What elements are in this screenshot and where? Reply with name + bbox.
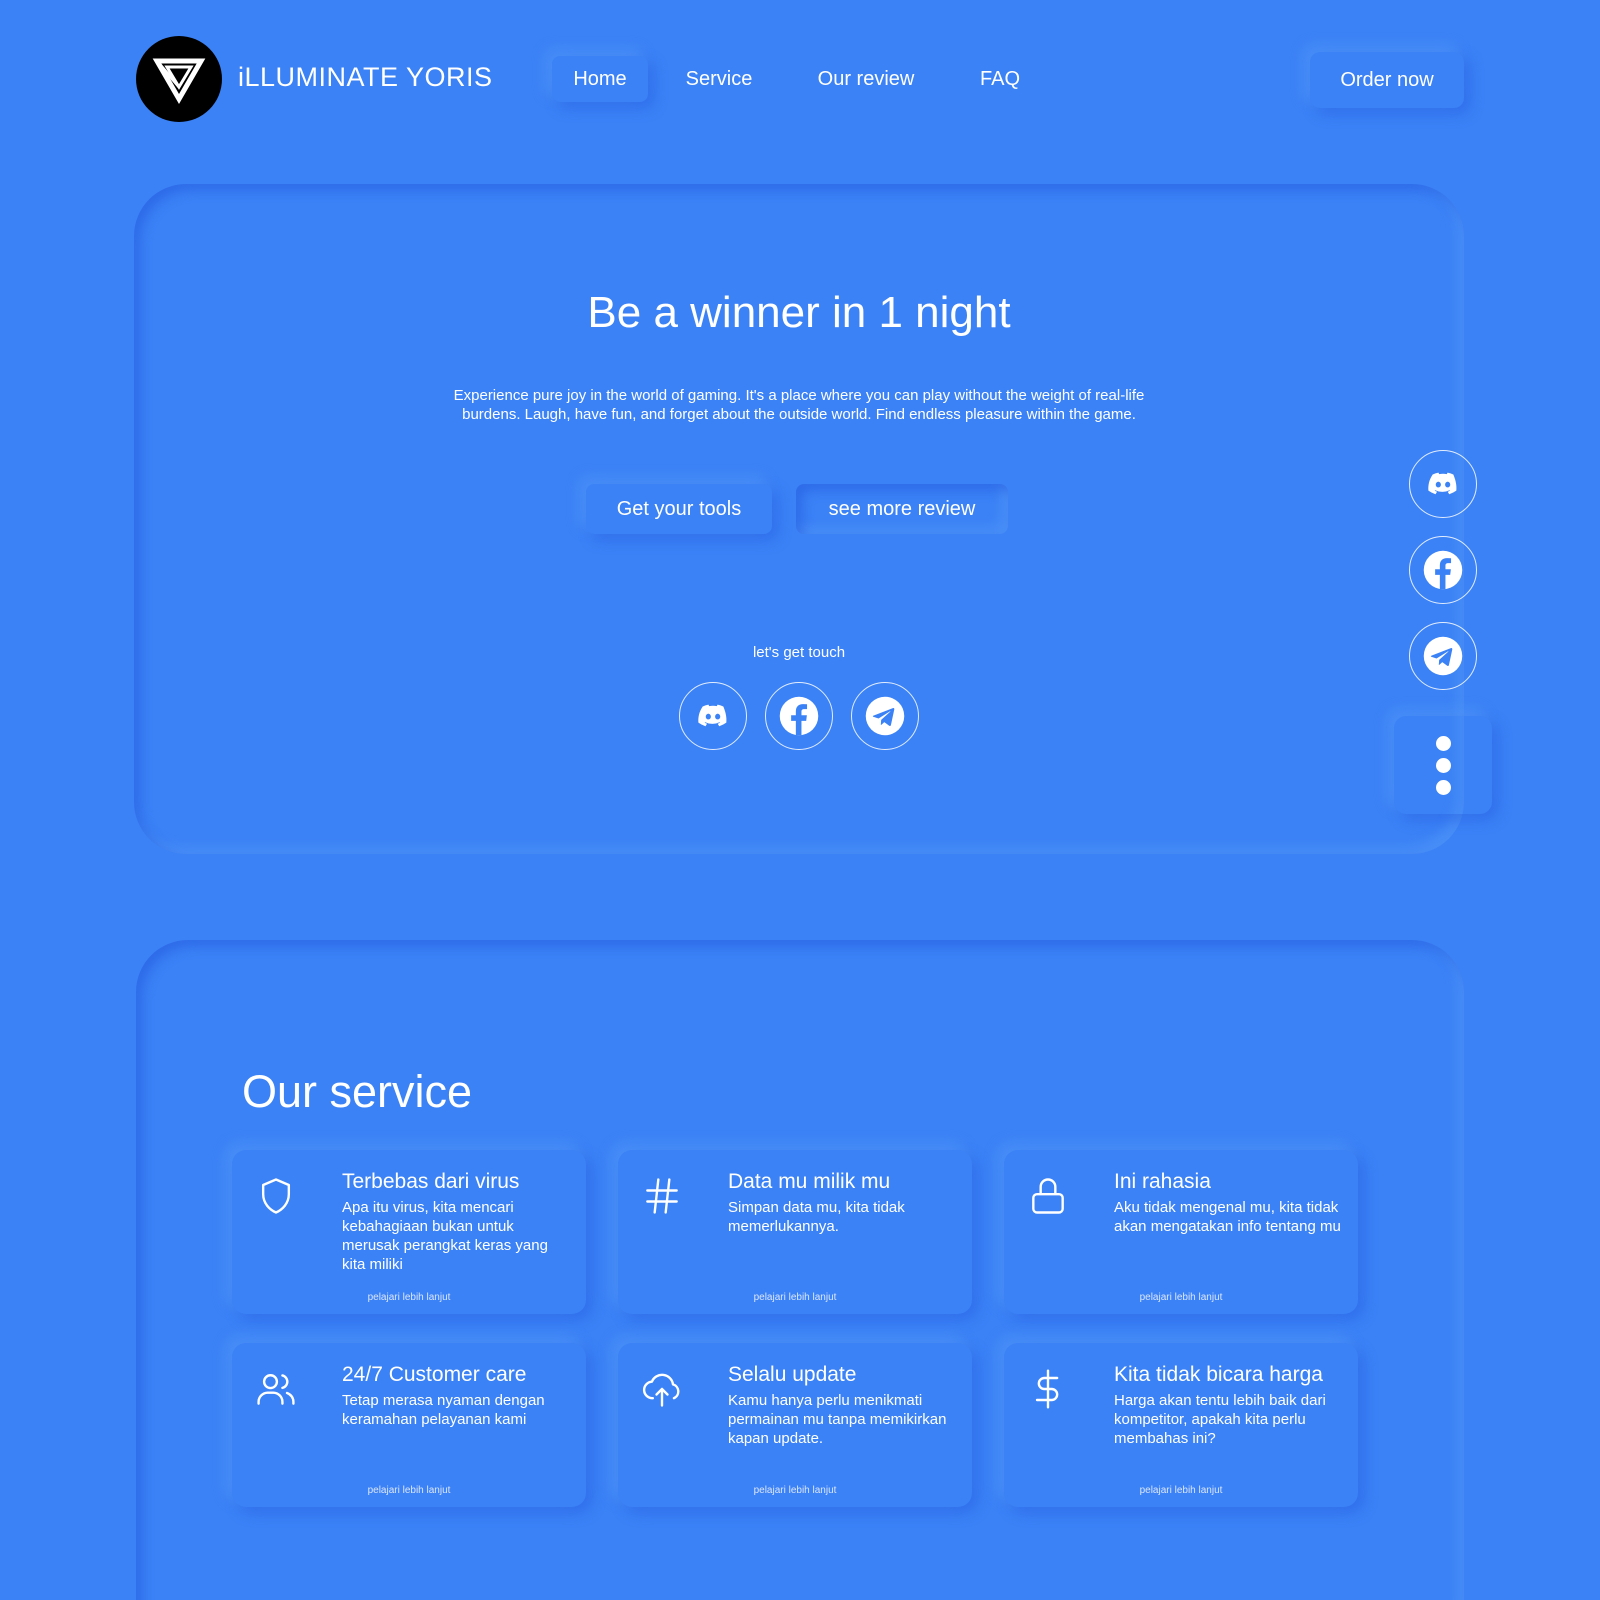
discord-icon <box>696 699 730 733</box>
floating-facebook-link[interactable] <box>1409 536 1477 604</box>
get-tools-button[interactable]: Get your tools <box>586 484 772 534</box>
service-card[interactable]: Terbebas dari virus Apa itu virus, kita … <box>232 1150 586 1314</box>
brand-name: iLLUMINATE YORIS <box>238 62 493 92</box>
see-more-review-button[interactable]: see more review <box>796 484 1008 534</box>
triangle-logo-icon <box>152 58 206 104</box>
learn-more-link[interactable]: pelajari lebih lanjut <box>232 1485 586 1496</box>
floating-telegram-link[interactable] <box>1409 622 1477 690</box>
services-section: Our service Terbebas dari virus Apa itu … <box>136 940 1464 1600</box>
nav-service[interactable]: Service <box>648 56 790 102</box>
learn-more-link[interactable]: pelajari lebih lanjut <box>618 1292 972 1303</box>
service-card[interactable]: Selalu update Kamu hanya perlu menikmati… <box>618 1343 972 1507</box>
top-navbar: iLLUMINATE YORIS Home Service Our review… <box>0 0 1600 160</box>
users-icon <box>257 1374 295 1405</box>
hash-icon <box>646 1178 678 1214</box>
service-card-desc: Kamu hanya perlu menikmati permainan mu … <box>728 1392 947 1447</box>
brand-logo[interactable] <box>136 36 222 122</box>
social-links <box>679 682 919 750</box>
learn-more-link[interactable]: pelajari lebih lanjut <box>618 1485 972 1496</box>
service-card-title: 24/7 Customer care <box>342 1363 527 1386</box>
discord-link[interactable] <box>679 682 747 750</box>
dollar-icon <box>1035 1369 1059 1409</box>
service-card-desc: Tetap merasa nyaman dengan keramahan pel… <box>342 1392 545 1428</box>
service-card[interactable]: Ini rahasia Aku tidak mengenal mu, kita … <box>1004 1150 1358 1314</box>
service-card-desc: Apa itu virus, kita mencari kebahagiaan … <box>342 1199 548 1273</box>
service-card-title: Kita tidak bicara harga <box>1114 1363 1323 1386</box>
service-card-title: Terbebas dari virus <box>342 1170 520 1193</box>
telegram-icon <box>864 695 906 737</box>
learn-more-link[interactable]: pelajari lebih lanjut <box>1004 1292 1358 1303</box>
nav-our-review[interactable]: Our review <box>792 56 940 102</box>
service-card[interactable]: Kita tidak bicara harga Harga akan tentu… <box>1004 1343 1358 1507</box>
more-menu-button[interactable] <box>1394 716 1492 814</box>
service-card-desc: Simpan data mu, kita tidak memerlukannya… <box>728 1199 905 1235</box>
facebook-icon <box>1422 549 1464 591</box>
learn-more-link[interactable]: pelajari lebih lanjut <box>1004 1485 1358 1496</box>
floating-social-bar <box>1409 450 1477 690</box>
telegram-icon <box>1422 635 1464 677</box>
more-dots-icon <box>1435 735 1451 751</box>
hero-title: Be a winner in 1 night <box>587 288 1011 337</box>
lock-icon <box>1032 1178 1064 1214</box>
learn-more-link[interactable]: pelajari lebih lanjut <box>232 1292 586 1303</box>
upload-cloud-icon <box>642 1373 680 1407</box>
service-card[interactable]: 24/7 Customer care Tetap merasa nyaman d… <box>232 1343 586 1507</box>
service-card-title: Ini rahasia <box>1114 1170 1211 1193</box>
service-card-title: Data mu milik mu <box>728 1170 891 1193</box>
shield-icon <box>261 1178 291 1214</box>
hero-description: Experience pure joy in the world of gami… <box>453 387 1145 423</box>
main-nav: Home Service Our review FAQ <box>552 56 1058 102</box>
service-card-desc: Aku tidak mengenal mu, kita tidak akan m… <box>1114 1199 1341 1235</box>
touch-label: let's get touch <box>752 644 846 661</box>
hero-section: Be a winner in 1 night Experience pure j… <box>134 184 1464 854</box>
facebook-icon <box>778 695 820 737</box>
discord-icon <box>1426 467 1460 501</box>
service-card-title: Selalu update <box>728 1363 857 1386</box>
service-card[interactable]: Data mu milik mu Simpan data mu, kita ti… <box>618 1150 972 1314</box>
nav-home[interactable]: Home <box>552 56 648 102</box>
facebook-link[interactable] <box>765 682 833 750</box>
services-title: Our service <box>242 1066 473 1117</box>
telegram-link[interactable] <box>851 682 919 750</box>
nav-faq[interactable]: FAQ <box>942 56 1058 102</box>
service-card-desc: Harga akan tentu lebih baik dari kompeti… <box>1114 1392 1326 1447</box>
order-now-button[interactable]: Order now <box>1310 52 1464 108</box>
floating-discord-link[interactable] <box>1409 450 1477 518</box>
